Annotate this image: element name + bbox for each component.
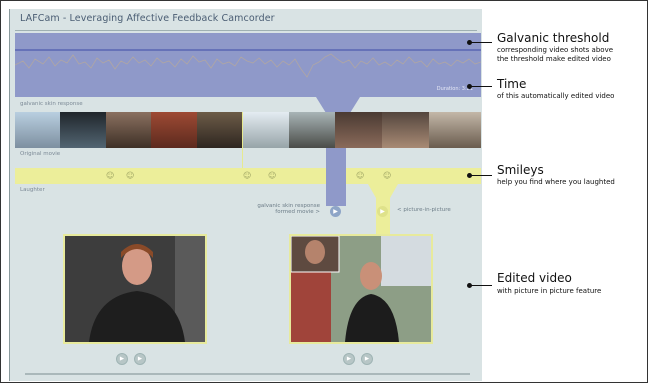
laughter-band[interactable]: ☺ ☺ ☺ ☺ ☺ ☺: [15, 168, 481, 184]
smiley-icon[interactable]: ☺: [356, 171, 364, 180]
playhead-marker: [242, 112, 243, 168]
title-divider: [15, 30, 477, 31]
strip-frame: [197, 112, 243, 148]
annot-dot: [467, 283, 472, 288]
edited-video-pane[interactable]: [289, 234, 433, 344]
strip-frame: [289, 112, 335, 148]
lafcam-window: LAFCam - Leveraging Affective Feedback C…: [9, 9, 482, 381]
smiley-icon[interactable]: ☺: [126, 171, 134, 180]
gsr-trace: [15, 53, 481, 78]
annot-edited-title: Edited video: [497, 271, 572, 285]
smiley-icon[interactable]: ☺: [383, 171, 391, 180]
annot-smileys-sub1: help you find where you laughted: [497, 178, 615, 186]
original-video-pane[interactable]: [63, 234, 207, 344]
annot-threshold-title: Galvanic threshold: [497, 31, 610, 45]
strip-frame: [335, 112, 382, 148]
annot-dot: [467, 40, 472, 45]
strip-frame: [429, 112, 481, 148]
strip-frame: [15, 112, 60, 148]
strip-frame: [106, 112, 151, 148]
strip-frame: [60, 112, 106, 148]
gsr-formed-movie-label: galvanic skin response formed movie >: [257, 203, 320, 215]
gsr-movie-play-button[interactable]: ▶: [330, 206, 341, 217]
gsr-overlap: [326, 168, 346, 184]
pip-label: < picture-in-picture: [397, 207, 451, 213]
gsr-label: galvanic skin response: [20, 101, 83, 107]
strip-frame: [243, 112, 289, 148]
annot-time-title: Time: [497, 77, 527, 91]
smiley-icon[interactable]: ☺: [243, 171, 251, 180]
original-movie-strip[interactable]: [15, 112, 481, 148]
annot-threshold-sub1: corresponding video shots above: [497, 46, 614, 54]
annot-leader: [470, 42, 492, 43]
annot-smileys-title: Smileys: [497, 163, 544, 177]
annot-threshold-sub2: the threshold make edited video: [497, 55, 611, 63]
laughter-funnel: [368, 184, 398, 198]
smiley-icon[interactable]: ☺: [268, 171, 276, 180]
app-title: LAFCam - Leveraging Affective Feedback C…: [20, 13, 275, 24]
gsr-graph[interactable]: Duration: 3:21: [15, 33, 481, 97]
gsr-waveform: [15, 49, 481, 78]
annot-leader: [470, 175, 492, 176]
strip-frame: [382, 112, 429, 148]
laughter-label: Laughter: [20, 187, 45, 193]
pip-play-button[interactable]: ▶: [377, 206, 388, 217]
edited-play-button[interactable]: ▶: [361, 353, 373, 365]
timeline-scrollbar[interactable]: [25, 373, 470, 375]
annot-dot: [467, 84, 472, 89]
original-play-button[interactable]: ▶: [134, 353, 146, 365]
original-movie-label: Original movie: [20, 151, 61, 157]
speaker-figure: [65, 236, 205, 342]
annot-dot: [467, 173, 472, 178]
annot-edited-sub1: with picture in picture feature: [497, 287, 602, 295]
edited-video-scene: [291, 236, 431, 342]
annot-time-sub1: of this automatically edited video: [497, 92, 615, 100]
original-rewind-button[interactable]: ▶: [116, 353, 128, 365]
annot-leader: [470, 285, 492, 286]
strip-frame: [151, 112, 197, 148]
gsr-funnel: [316, 97, 360, 113]
edited-rewind-button[interactable]: ▶: [343, 353, 355, 365]
smiley-icon[interactable]: ☺: [106, 171, 114, 180]
annot-leader: [470, 86, 492, 87]
